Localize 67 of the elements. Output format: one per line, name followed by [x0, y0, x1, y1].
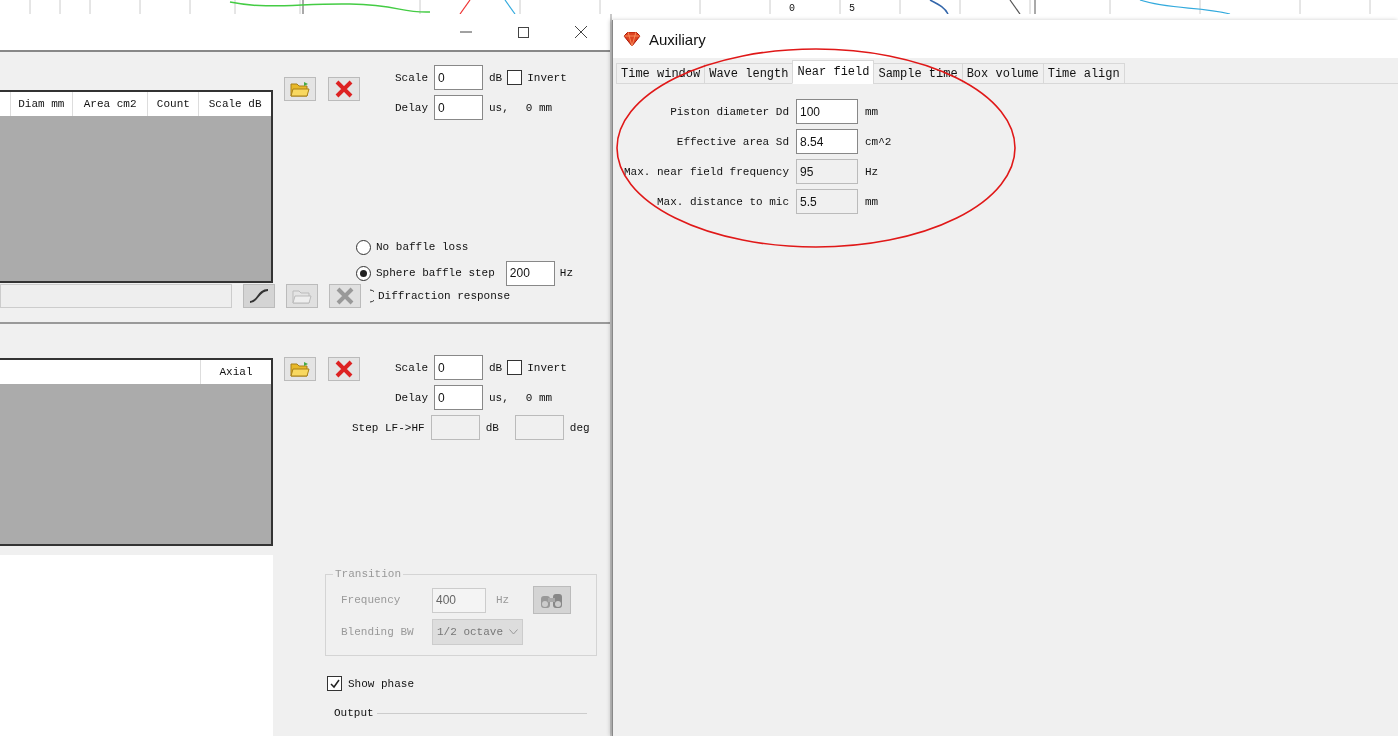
group-title: Transition [334, 568, 402, 580]
frequency-label: Frequency [341, 594, 402, 606]
show-phase-checkbox[interactable] [327, 676, 342, 691]
field-label: Max. near field frequency [623, 165, 789, 178]
tab[interactable]: Near field [792, 60, 875, 84]
open-folder-button[interactable] [284, 77, 316, 101]
unit-label: cm^2 [865, 135, 893, 148]
radio-label: Diffraction response [378, 290, 511, 302]
radio-button[interactable] [356, 239, 371, 255]
field-label: Effective area Sd [676, 135, 789, 148]
step-label: Step LF->HF [352, 421, 425, 434]
unit-label: dB [485, 421, 499, 434]
delay-field[interactable]: 0 [434, 95, 483, 120]
unit-label: us, [489, 101, 509, 114]
maximize-icon[interactable] [518, 26, 529, 38]
unit-label: dB [489, 71, 503, 84]
axis-label: 0 [789, 4, 795, 14]
window-title: Auxiliary [649, 30, 706, 48]
show-phase-label: Show phase [348, 677, 414, 690]
axis-label: 5 [849, 4, 855, 14]
invert-label: Invert [527, 71, 567, 84]
unit-label: Hz [865, 165, 880, 178]
curve-button[interactable] [243, 284, 275, 308]
radio-button[interactable] [370, 289, 374, 303]
frequency-field[interactable]: 200 [505, 260, 555, 286]
delete-button[interactable] [328, 357, 360, 381]
radio-button[interactable] [356, 265, 371, 281]
delay-label: Delay [395, 391, 428, 404]
folder-icon [292, 288, 312, 304]
tab[interactable]: Time align [1042, 63, 1125, 84]
group-title: Output [334, 707, 374, 719]
field-label: Max. distance to mic [656, 195, 789, 208]
curve-icon [248, 288, 270, 304]
value-field[interactable]: 100 [796, 99, 858, 124]
unit-label: deg [569, 421, 590, 434]
unit-label: mm [865, 105, 880, 118]
delay-label: Delay [395, 101, 428, 114]
unit-label: Hz [496, 594, 510, 606]
unit-label: dB [489, 361, 503, 374]
unit-label: mm [865, 195, 880, 208]
invert-label: Invert [527, 361, 567, 374]
delete-button[interactable] [328, 77, 360, 101]
delay-field[interactable]: 0 [434, 385, 483, 410]
blending-label: Blending BW [341, 626, 415, 638]
column-header[interactable]: Scale dB [199, 92, 271, 116]
invert-checkbox[interactable] [507, 70, 523, 85]
distance-label: 0 mm [525, 101, 553, 114]
radio-label: Sphere baffle step [376, 267, 495, 279]
scale-field[interactable]: 0 [434, 65, 483, 90]
file-path-field[interactable] [0, 284, 232, 308]
gem-icon [623, 32, 641, 46]
scale-label: Scale [395, 361, 428, 374]
unit-label: us, [489, 391, 509, 404]
unit-label: Hz [559, 267, 574, 279]
tab[interactable]: Box volume [961, 63, 1044, 84]
open-folder-button[interactable] [284, 357, 316, 381]
invert-checkbox[interactable] [507, 360, 523, 375]
value-field[interactable]: 8.54 [796, 129, 858, 154]
radio-label: No baffle loss [376, 241, 469, 253]
close-icon[interactable] [575, 26, 587, 38]
chevron-down-icon [509, 629, 518, 635]
distance-label: 0 mm [525, 391, 553, 404]
field-label: Piston diameter Dd [670, 105, 789, 118]
tab[interactable]: Wave length [704, 63, 794, 84]
scale-field[interactable]: 0 [434, 355, 483, 380]
delete-icon [336, 287, 354, 305]
scale-label: Scale [395, 71, 428, 84]
